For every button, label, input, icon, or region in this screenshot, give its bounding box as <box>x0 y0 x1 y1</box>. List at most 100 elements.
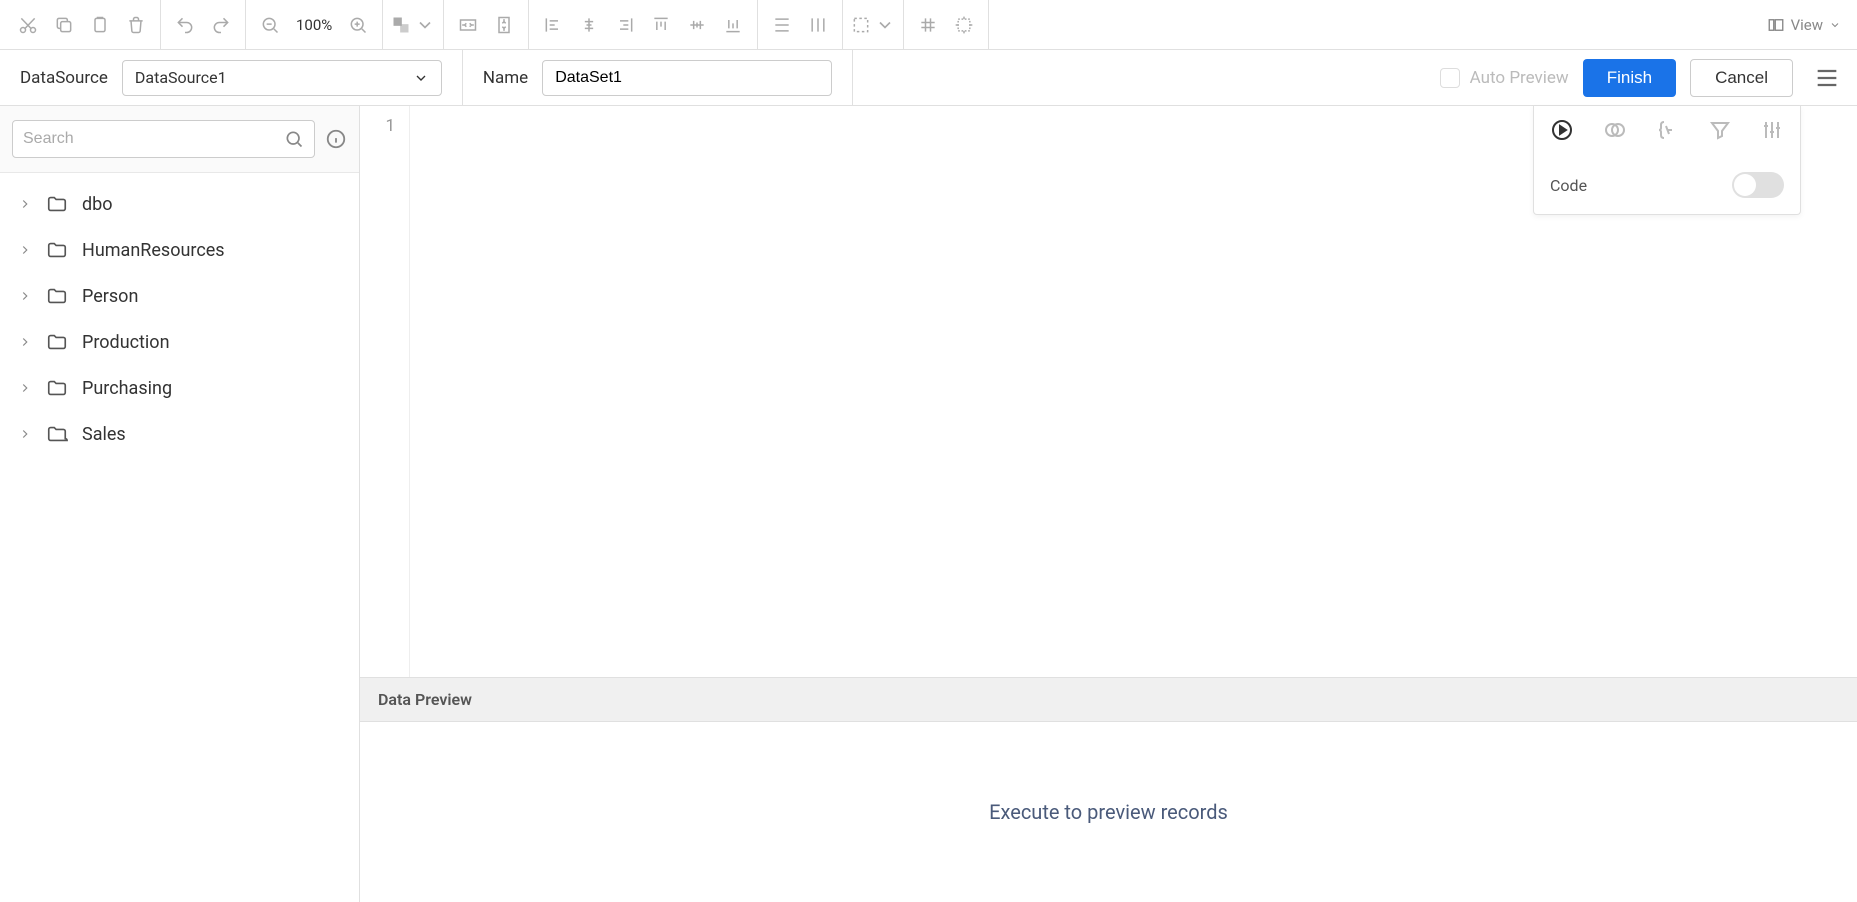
view-dropdown[interactable]: View <box>1755 16 1853 34</box>
cancel-button[interactable]: Cancel <box>1690 59 1793 97</box>
function-icon[interactable] <box>1655 118 1679 142</box>
gutter: 1 <box>360 106 410 677</box>
align-bottom-button[interactable] <box>715 7 751 43</box>
zoom-out-icon <box>260 15 280 35</box>
main-area: dbo HumanResources Person Production Pur <box>0 106 1857 902</box>
folder-icon <box>46 331 68 353</box>
search-icon <box>284 129 304 149</box>
editor-area: 1 Code Data Previe <box>360 106 1857 902</box>
code-editor[interactable]: 1 Code <box>360 106 1857 677</box>
snap-button[interactable] <box>946 7 982 43</box>
cut-button[interactable] <box>10 7 46 43</box>
chevron-right-icon <box>18 197 32 211</box>
chevron-right-icon <box>18 335 32 349</box>
name-section: Name <box>463 50 853 105</box>
tree-item[interactable]: dbo <box>0 181 359 227</box>
info-icon[interactable] <box>325 128 347 150</box>
align-bottom-icon <box>723 15 743 35</box>
tree-item-label: Production <box>82 332 170 353</box>
view-icon <box>1767 16 1785 34</box>
datasource-dropdown[interactable]: DataSource1 <box>122 60 442 96</box>
redo-button[interactable] <box>203 7 239 43</box>
tree-item[interactable]: Sales <box>0 411 359 457</box>
undo-button[interactable] <box>167 7 203 43</box>
code-toggle-row: Code <box>1550 172 1784 198</box>
code-toggle-label: Code <box>1550 176 1587 195</box>
chevron-down-icon <box>1829 19 1841 31</box>
distribute-h-icon <box>772 15 792 35</box>
datasource-section: DataSource DataSource1 <box>0 50 463 105</box>
shape-dropdown[interactable] <box>389 7 437 43</box>
tree-item-label: Sales <box>82 424 126 445</box>
align-top-icon <box>651 15 671 35</box>
folder-icon <box>46 193 68 215</box>
tree-item[interactable]: HumanResources <box>0 227 359 273</box>
undo-icon <box>175 15 195 35</box>
grid-button[interactable] <box>910 7 946 43</box>
fit-height-button[interactable] <box>486 7 522 43</box>
code-toggle[interactable] <box>1732 172 1784 198</box>
sidebar-header <box>0 106 359 173</box>
filter-icon[interactable] <box>1708 118 1732 142</box>
tree-item[interactable]: Person <box>0 273 359 319</box>
align-h-group <box>529 0 758 49</box>
auto-preview-checkbox[interactable]: Auto Preview <box>1440 68 1569 88</box>
snap-icon <box>954 15 974 35</box>
folder-icon <box>46 285 68 307</box>
cut-icon <box>18 15 38 35</box>
zoom-group: 100% <box>246 0 383 49</box>
align-middle-button[interactable] <box>679 7 715 43</box>
tree-item[interactable]: Purchasing <box>0 365 359 411</box>
chevron-right-icon <box>18 289 32 303</box>
align-right-button[interactable] <box>607 7 643 43</box>
name-input[interactable] <box>542 60 832 96</box>
chevron-down-icon <box>413 70 429 86</box>
align-left-button[interactable] <box>535 7 571 43</box>
tree-item-label: dbo <box>82 194 113 215</box>
selection-icon <box>851 15 871 35</box>
paste-button[interactable] <box>82 7 118 43</box>
align-center-button[interactable] <box>571 7 607 43</box>
clipboard-group <box>4 0 161 49</box>
chevron-down-icon <box>875 15 895 35</box>
checkbox-box <box>1440 68 1460 88</box>
fit-width-button[interactable] <box>450 7 486 43</box>
finish-button[interactable]: Finish <box>1583 59 1676 97</box>
distribute-v-icon <box>808 15 828 35</box>
zoom-in-button[interactable] <box>340 7 376 43</box>
join-icon[interactable] <box>1603 118 1627 142</box>
execute-icon[interactable] <box>1550 118 1574 142</box>
shapes-icon <box>391 15 411 35</box>
menu-button[interactable] <box>1813 64 1841 92</box>
selection-dropdown[interactable] <box>849 7 897 43</box>
chevron-right-icon <box>18 427 32 441</box>
copy-icon <box>54 15 74 35</box>
datasource-label: DataSource <box>20 68 108 88</box>
datasource-value: DataSource1 <box>135 68 227 87</box>
shape-group <box>383 0 444 49</box>
zoom-in-icon <box>348 15 368 35</box>
delete-button[interactable] <box>118 7 154 43</box>
distribute-h-button[interactable] <box>764 7 800 43</box>
tree-item[interactable]: Production <box>0 319 359 365</box>
grid-icon <box>918 15 938 35</box>
align-right-icon <box>615 15 635 35</box>
zoom-out-button[interactable] <box>252 7 288 43</box>
align-top-button[interactable] <box>643 7 679 43</box>
line-number: 1 <box>360 116 395 136</box>
view-label: View <box>1791 16 1823 34</box>
folder-icon <box>46 423 68 445</box>
search-input[interactable] <box>23 130 284 148</box>
copy-button[interactable] <box>46 7 82 43</box>
settings-icon[interactable] <box>1760 118 1784 142</box>
distribute-v-button[interactable] <box>800 7 836 43</box>
align-center-icon <box>579 15 599 35</box>
zoom-level: 100% <box>288 16 340 34</box>
chevron-right-icon <box>18 381 32 395</box>
preview-header: Data Preview <box>360 678 1857 722</box>
search-box[interactable] <box>12 120 315 158</box>
fit-width-icon <box>458 15 478 35</box>
config-right: Auto Preview Finish Cancel <box>853 59 1857 97</box>
select-group <box>843 0 904 49</box>
tree-item-label: Person <box>82 286 138 307</box>
